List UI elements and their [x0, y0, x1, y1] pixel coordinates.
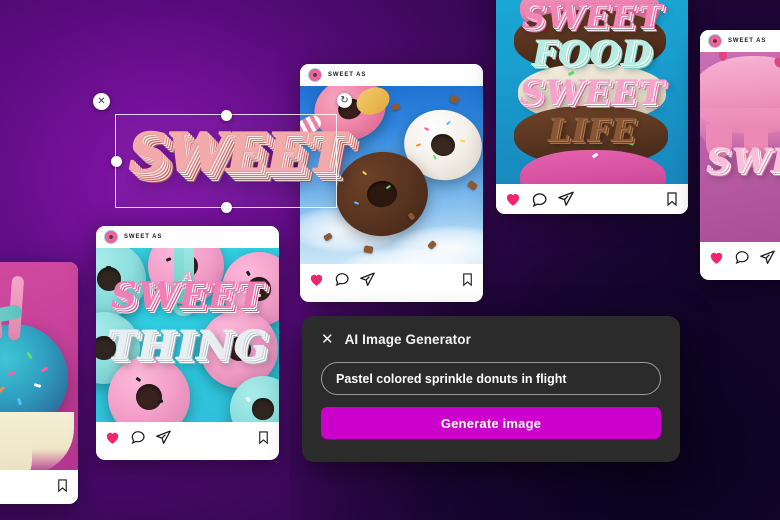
- rotate-icon: ↻: [340, 94, 349, 106]
- post-image-sweet-food: SWEET FOOD SWEET LIFE: [496, 0, 688, 184]
- ai-prompt-input[interactable]: [321, 362, 661, 395]
- selection-bounding-box[interactable]: [110, 109, 337, 213]
- post-image-pink-drip: SWEET: [700, 52, 780, 242]
- donut-avatar-icon: [708, 34, 722, 48]
- selection-close-button[interactable]: ✕: [93, 93, 110, 110]
- post-actions-sprinkle-cake[interactable]: [0, 470, 78, 500]
- post-actions-sweet-food[interactable]: [496, 184, 688, 214]
- post-actions-sweet-thing[interactable]: [96, 422, 279, 452]
- post-card-sprinkle-cake[interactable]: [0, 262, 78, 504]
- generate-image-button[interactable]: Generate image: [321, 407, 661, 439]
- selection-handle-top-center[interactable]: [221, 109, 232, 121]
- bookmark-icon[interactable]: [55, 478, 70, 493]
- bookmark-icon[interactable]: [460, 272, 475, 287]
- selection-handle-left-middle[interactable]: [110, 156, 122, 167]
- share-icon[interactable]: [359, 271, 376, 288]
- heart-icon[interactable]: [104, 429, 121, 446]
- post-header-flying-donuts: SWEET AS: [300, 64, 483, 86]
- close-icon: ✕: [97, 95, 106, 107]
- comment-icon[interactable]: [531, 191, 548, 208]
- comment-icon[interactable]: [734, 249, 750, 265]
- post-brand-name: SWEET AS: [328, 72, 367, 78]
- post-card-pink-drip[interactable]: SWEET AS SWEET: [700, 30, 780, 280]
- ai-image-generator-panel[interactable]: ✕ AI Image Generator Generate image: [302, 316, 680, 462]
- share-icon[interactable]: [759, 249, 776, 266]
- donut-avatar-icon: [104, 230, 118, 244]
- share-icon[interactable]: [155, 429, 172, 446]
- post-header-sweet-thing: SWEET AS: [96, 226, 279, 248]
- post-header-pink-drip: SWEET AS: [700, 30, 780, 52]
- selection-rotate-button[interactable]: ↻: [337, 93, 352, 108]
- bookmark-icon[interactable]: [664, 191, 680, 207]
- post-card-sweet-thing[interactable]: SWEET AS A SWEET THING: [96, 226, 279, 460]
- donut-avatar-icon: [308, 68, 322, 82]
- heart-icon[interactable]: [308, 271, 325, 288]
- post-brand-name: SWEET AS: [124, 234, 163, 240]
- bookmark-icon[interactable]: [256, 430, 271, 445]
- heart-icon[interactable]: [504, 190, 522, 208]
- post-actions-pink-drip[interactable]: [700, 242, 780, 272]
- post-brand-name: SWEET AS: [728, 38, 767, 44]
- comment-icon[interactable]: [130, 429, 146, 445]
- close-icon[interactable]: ✕: [321, 332, 334, 347]
- post-image-sweet-thing: A SWEET THING: [96, 248, 279, 422]
- post-card-sweet-food-sweet-life[interactable]: SWEET FOOD SWEET LIFE: [496, 0, 688, 214]
- comment-icon[interactable]: [334, 271, 350, 287]
- ai-panel-header: ✕ AI Image Generator: [321, 332, 661, 347]
- share-icon[interactable]: [557, 190, 575, 208]
- post-image-sprinkle-cake: [0, 262, 78, 470]
- post-actions-flying-donuts[interactable]: [300, 264, 483, 294]
- heart-icon[interactable]: [708, 249, 725, 266]
- selection-handle-bottom-center[interactable]: [221, 201, 232, 213]
- ai-panel-title: AI Image Generator: [344, 332, 471, 347]
